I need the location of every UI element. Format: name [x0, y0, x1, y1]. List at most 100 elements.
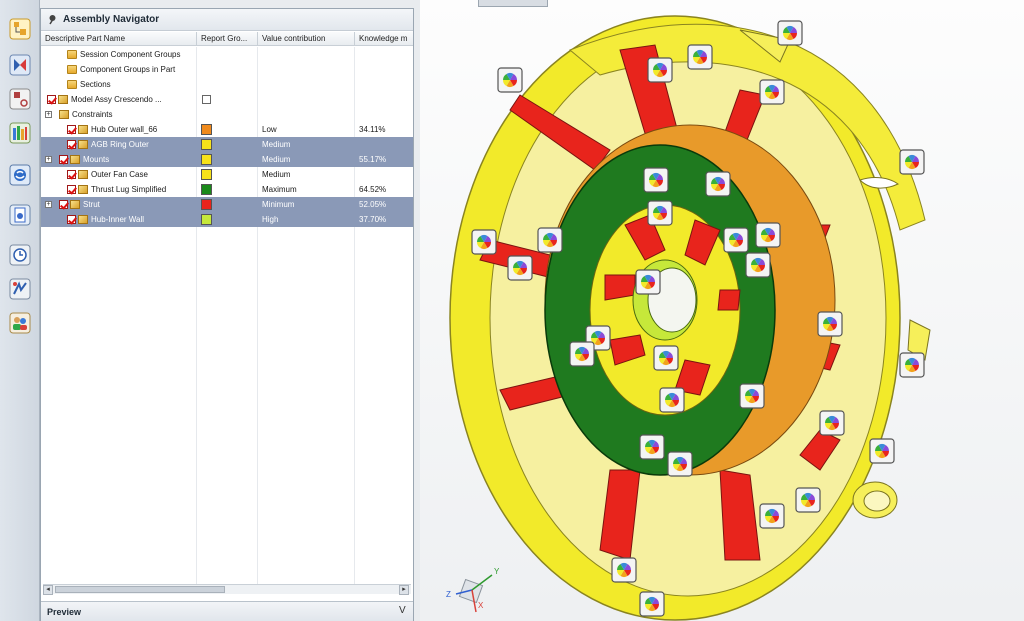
- knowledge-pie-icon[interactable]: [569, 341, 595, 367]
- knowledge-pie-icon[interactable]: [471, 229, 497, 255]
- tree-row[interactable]: Component Groups in Part: [41, 62, 413, 77]
- knowledge-pie-icon[interactable]: [755, 222, 781, 248]
- knowledge-pie-icon[interactable]: [795, 487, 821, 513]
- knowledge-pie-icon[interactable]: [817, 311, 843, 337]
- expand-toggle-icon[interactable]: +: [45, 156, 52, 163]
- value-contribution-cell: Maximum: [262, 185, 297, 194]
- visibility-checkbox[interactable]: [67, 215, 76, 224]
- knowledge-pie-icon[interactable]: [647, 57, 673, 83]
- axis-z-label: Z: [446, 590, 451, 599]
- scroll-right-button[interactable]: ▸: [399, 585, 409, 595]
- knowledge-cell: [359, 62, 411, 77]
- knowledge-pie-icon[interactable]: [759, 79, 785, 105]
- preview-expand-icon[interactable]: V: [399, 605, 406, 616]
- knowledge-pie-icon[interactable]: [899, 149, 925, 175]
- report-group-swatch[interactable]: [201, 169, 212, 180]
- knowledge-pie-icon[interactable]: [611, 557, 637, 583]
- knowledge-pie-icon[interactable]: [869, 438, 895, 464]
- knowledge-cell: [359, 137, 411, 152]
- knowledge-pie-icon[interactable]: [639, 434, 665, 460]
- web-browser-icon[interactable]: [9, 164, 31, 186]
- fan-case-model[interactable]: Y Z X: [420, 0, 1024, 621]
- report-group-swatch[interactable]: [201, 124, 212, 135]
- visibility-checkbox[interactable]: [67, 185, 76, 194]
- navigator-title: Assembly Navigator: [63, 14, 160, 25]
- tree-row[interactable]: + Mounts Medium 55.17%: [41, 152, 413, 167]
- knowledge-pie-icon[interactable]: [777, 20, 803, 46]
- knowledge-pie-icon[interactable]: [507, 255, 533, 281]
- tree-row[interactable]: Session Component Groups: [41, 47, 413, 62]
- constraint-navigator-icon[interactable]: [9, 54, 31, 76]
- knowledge-pie-icon[interactable]: [723, 227, 749, 253]
- knowledge-pie-icon[interactable]: [635, 269, 661, 295]
- pin-icon[interactable]: [47, 14, 58, 25]
- nx-application-window: Assembly Navigator Descriptive Part Name…: [0, 0, 1024, 621]
- expand-toggle-icon[interactable]: +: [45, 111, 52, 118]
- tree-row[interactable]: Hub Outer wall_66 Low 34.11%: [41, 122, 413, 137]
- knowledge-pie-icon[interactable]: [759, 503, 785, 529]
- part-name: Thrust Lug Simplified: [91, 185, 167, 194]
- report-group-swatch[interactable]: [201, 139, 212, 150]
- column-descriptive-part-name[interactable]: Descriptive Part Name: [41, 32, 197, 46]
- knowledge-pie-icon[interactable]: [659, 387, 685, 413]
- assembly-navigator-icon[interactable]: [9, 18, 31, 40]
- tree-row[interactable]: -Model Assy Crescendo ...: [41, 92, 413, 107]
- knowledge-pie-icon[interactable]: [497, 67, 523, 93]
- axis-triad[interactable]: Y Z X: [446, 567, 500, 613]
- preview-section[interactable]: Preview V: [41, 601, 413, 621]
- horizontal-scrollbar[interactable]: ◂ ▸: [43, 584, 411, 595]
- scroll-left-button[interactable]: ◂: [43, 585, 53, 595]
- knowledge-pie-icon[interactable]: [687, 44, 713, 70]
- knowledge-pie-icon[interactable]: [537, 227, 563, 253]
- report-group-swatch[interactable]: [201, 154, 212, 165]
- report-group-swatch[interactable]: [201, 199, 212, 210]
- process-studio-icon[interactable]: [9, 278, 31, 300]
- knowledge-pie-icon[interactable]: [819, 410, 845, 436]
- axis-y-label: Y: [494, 567, 500, 576]
- knowledge-pie-icon[interactable]: [899, 352, 925, 378]
- roles-icon[interactable]: [9, 312, 31, 334]
- visibility-checkbox[interactable]: [67, 125, 76, 134]
- tree-row[interactable]: AGB Ring Outer Medium: [41, 137, 413, 152]
- knowledge-pie-icon[interactable]: [643, 167, 669, 193]
- knowledge-pie-icon[interactable]: [667, 451, 693, 477]
- part-icon: [70, 200, 80, 209]
- knowledge-pie-icon[interactable]: [739, 383, 765, 409]
- knowledge-pie-icon[interactable]: [639, 591, 665, 617]
- knowledge-cell: [359, 167, 411, 182]
- axis-x-label: X: [478, 601, 484, 610]
- reuse-library-icon[interactable]: [9, 122, 31, 144]
- visibility-checkbox[interactable]: [67, 140, 76, 149]
- history-icon[interactable]: [9, 204, 31, 226]
- tree-row[interactable]: + Strut Minimum 52.05%: [41, 197, 413, 212]
- tree-row[interactable]: Thrust Lug Simplified Maximum 64.52%: [41, 182, 413, 197]
- report-group-checkbox[interactable]: [202, 95, 211, 104]
- knowledge-pie-icon[interactable]: [653, 345, 679, 371]
- visibility-checkbox[interactable]: [59, 155, 68, 164]
- report-group-swatch[interactable]: [201, 184, 212, 195]
- part-name: Mounts: [83, 155, 110, 164]
- knowledge-pie-icon[interactable]: [745, 252, 771, 278]
- part-navigator-icon[interactable]: [9, 88, 31, 110]
- tree-row[interactable]: Outer Fan Case Medium: [41, 167, 413, 182]
- column-knowledge[interactable]: Knowledge m: [355, 32, 413, 46]
- knowledge-cell: [359, 92, 411, 107]
- knowledge-cell: [359, 107, 411, 122]
- graphics-viewport[interactable]: Y Z X: [420, 0, 1024, 621]
- part-name: AGB Ring Outer: [91, 140, 149, 149]
- tree-row[interactable]: Hub-Inner Wall High 37.70%: [41, 212, 413, 227]
- visibility-checkbox[interactable]: [47, 95, 56, 104]
- column-report-group[interactable]: Report Gro...: [197, 32, 258, 46]
- knowledge-pie-icon[interactable]: [705, 171, 731, 197]
- visibility-checkbox[interactable]: [67, 170, 76, 179]
- knowledge-pie-icon[interactable]: [647, 200, 673, 226]
- tree-row[interactable]: + Constraints: [41, 107, 413, 122]
- expand-toggle-icon[interactable]: +: [45, 201, 52, 208]
- clock-icon[interactable]: [9, 244, 31, 266]
- scroll-thumb[interactable]: [55, 586, 225, 593]
- report-group-swatch[interactable]: [201, 214, 212, 225]
- tree-row[interactable]: Sections: [41, 77, 413, 92]
- value-contribution-cell: High: [262, 215, 279, 224]
- column-value-contribution[interactable]: Value contribution: [258, 32, 355, 46]
- visibility-checkbox[interactable]: [59, 200, 68, 209]
